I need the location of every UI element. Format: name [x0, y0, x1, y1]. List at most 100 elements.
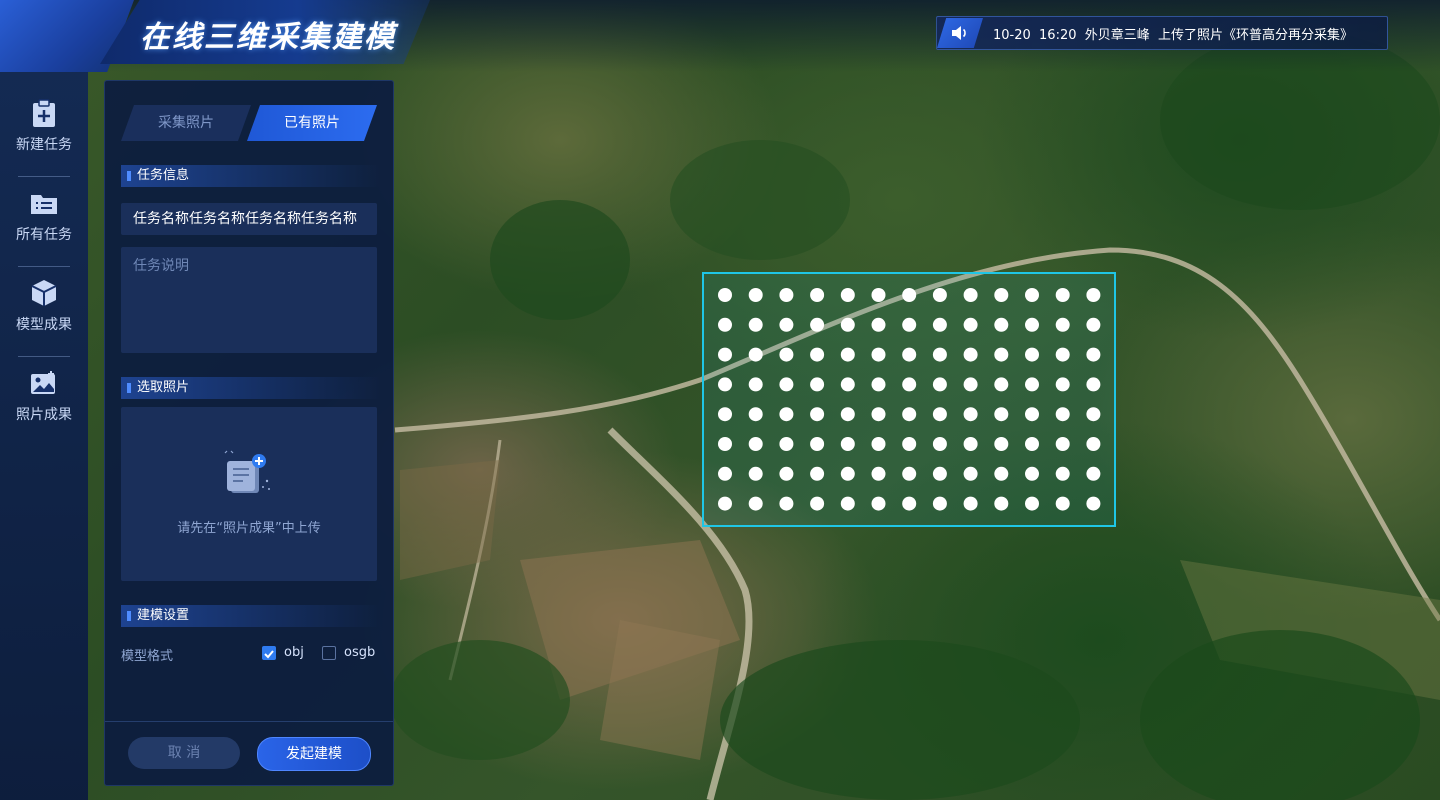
capture-point: [718, 496, 732, 511]
nav-label: 所有任务: [16, 227, 72, 243]
capture-point: [902, 377, 917, 392]
capture-point: [932, 466, 947, 481]
capture-point: [932, 347, 947, 362]
capture-point: [748, 377, 763, 392]
capture-point: [810, 347, 825, 362]
capture-point: [902, 437, 917, 451]
capture-point: [840, 347, 855, 362]
section-modeling-settings: 建模设置: [121, 605, 381, 627]
nav-label: 新建任务: [16, 137, 72, 153]
forest-area: [720, 640, 1080, 800]
capture-point: [963, 377, 978, 392]
task-name-input[interactable]: 任务名称任务名称任务名称任务名称: [121, 203, 377, 235]
upload-hint: 请先在“照片成果”中上传: [177, 521, 321, 536]
capture-point: [1055, 347, 1070, 362]
capture-point: [902, 288, 917, 302]
capture-point: [779, 496, 794, 511]
capture-point: [748, 407, 763, 422]
capture-point: [871, 496, 886, 511]
cube-icon: [29, 278, 59, 308]
cancel-button[interactable]: 取 消: [128, 737, 240, 769]
capture-point: [1025, 317, 1039, 332]
capture-point: [871, 317, 886, 332]
capture-point: [1025, 347, 1039, 362]
capture-point: [1055, 496, 1070, 511]
capture-point: [1055, 437, 1070, 451]
capture-point: [810, 288, 825, 302]
capture-point: [932, 496, 947, 511]
capture-point: [779, 437, 794, 451]
start-modeling-button[interactable]: 发起建模: [257, 737, 371, 771]
capture-point: [902, 347, 917, 362]
images-icon: [29, 368, 59, 398]
capture-point: [840, 496, 855, 511]
farmland-patch: [400, 460, 500, 580]
capture-point: [779, 377, 794, 392]
capture-point: [810, 407, 825, 422]
capture-point: [718, 377, 732, 392]
capture-point: [718, 466, 732, 481]
capture-point: [1055, 407, 1070, 422]
capture-point: [1086, 407, 1101, 422]
nav-new-task[interactable]: 新建任务: [0, 72, 88, 162]
capture-point: [902, 496, 917, 511]
capture-point: [963, 288, 978, 302]
notice-text: 10-20 16:20 外贝章三峰 上传了照片《环普高分再分采集》: [993, 27, 1354, 43]
capture-point: [1086, 466, 1101, 481]
folder-list-icon: [29, 188, 59, 218]
capture-point: [779, 466, 794, 481]
capture-point: [1055, 288, 1070, 302]
capture-point: [1025, 466, 1039, 481]
capture-point: [1086, 347, 1101, 362]
capture-point: [1086, 437, 1101, 451]
capture-point: [718, 407, 732, 422]
task-description-input[interactable]: 任务说明: [121, 247, 377, 353]
capture-point: [932, 407, 947, 422]
section-task-info: 任务信息: [121, 165, 381, 187]
capture-point: [932, 377, 947, 392]
capture-point: [963, 437, 978, 451]
capture-point: [840, 466, 855, 481]
obj-checkbox[interactable]: [262, 646, 276, 660]
capture-point: [994, 347, 1009, 362]
capture-point: [902, 317, 917, 332]
capture-point: [871, 347, 886, 362]
capture-point: [840, 288, 855, 302]
capture-point: [1055, 377, 1070, 392]
nav-all-tasks[interactable]: 所有任务: [0, 162, 88, 252]
app-title: 在线三维采集建模: [140, 20, 396, 55]
capture-point: [963, 317, 978, 332]
capture-point: [1025, 377, 1039, 392]
capture-point: [718, 437, 732, 451]
clipboard-plus-icon: [29, 98, 59, 128]
capture-point: [1086, 288, 1101, 302]
obj-option-label[interactable]: obj: [284, 645, 304, 660]
capture-point: [1086, 496, 1101, 511]
forest-area: [390, 640, 570, 760]
tab-collect-photos[interactable]: 采集照片: [121, 105, 251, 141]
capture-point: [1025, 437, 1039, 451]
selection-rectangle[interactable]: [702, 272, 1116, 527]
capture-point: [994, 407, 1009, 422]
nav-label: 照片成果: [16, 407, 72, 423]
forest-area: [670, 140, 850, 260]
nav-label: 模型成果: [16, 317, 72, 333]
capture-point: [994, 466, 1009, 481]
capture-point: [871, 407, 886, 422]
capture-point: [840, 437, 855, 451]
tab-existing-photos[interactable]: 已有照片: [247, 105, 377, 141]
nav-photo-results[interactable]: 照片成果: [0, 342, 88, 432]
capture-point: [1025, 496, 1039, 511]
document-upload-icon: [221, 447, 281, 507]
osgb-checkbox[interactable]: [322, 646, 336, 660]
capture-point: [810, 317, 825, 332]
nav-model-results[interactable]: 模型成果: [0, 252, 88, 342]
capture-point: [810, 496, 825, 511]
capture-point: [994, 377, 1009, 392]
capture-point: [748, 496, 763, 511]
capture-point: [718, 288, 732, 302]
capture-point: [963, 466, 978, 481]
photo-drop-area[interactable]: 请先在“照片成果”中上传: [121, 407, 377, 581]
notification-ticker[interactable]: 10-20 16:20 外贝章三峰 上传了照片《环普高分再分采集》: [936, 16, 1388, 50]
osgb-option-label[interactable]: osgb: [344, 645, 375, 660]
